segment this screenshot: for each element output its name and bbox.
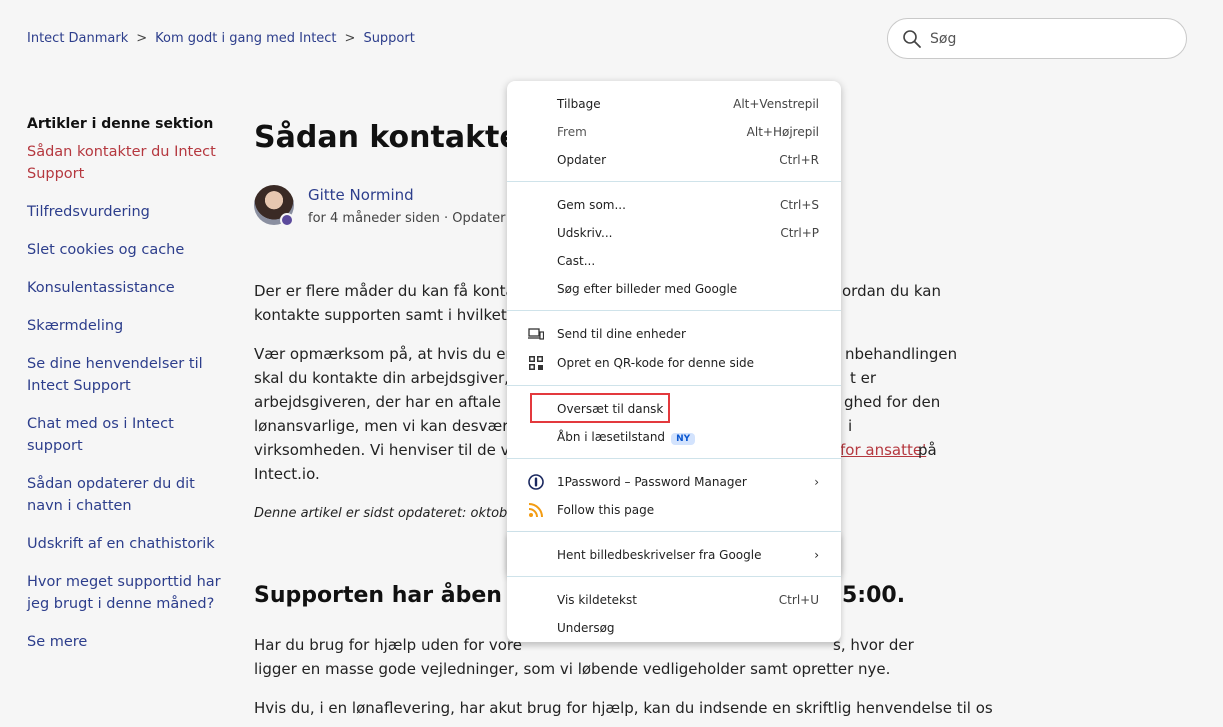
menu-shortcut: Ctrl+S	[779, 198, 819, 212]
sidebar-item-screenshare[interactable]: Skærmdeling	[27, 315, 227, 337]
menu-item-1password[interactable]: 1Password – Password Manager ›	[507, 468, 841, 496]
reader-mode-label: Åbn i læsetilstand	[557, 429, 666, 444]
menu-divider	[507, 576, 841, 577]
menu-label: Undersøg	[557, 621, 615, 635]
paragraph-line: Der er flere måder du kan få konta	[254, 282, 515, 300]
breadcrumb-category[interactable]: Kom godt i gang med Intect	[155, 31, 336, 46]
paragraph-line: arbejdsgiveren, der har en aftale m	[254, 393, 521, 411]
paragraph-line: Intect.io.	[254, 465, 320, 483]
menu-label: Cast...	[557, 254, 596, 268]
paragraph-line: nbehandlingen	[845, 345, 958, 363]
menu-label: Udskriv...	[557, 226, 613, 240]
paragraph-line: skal du kontakte din arbejdsgiver, u	[254, 369, 524, 387]
paragraph-line: lønansvarlige, men vi kan desværre	[254, 417, 524, 435]
menu-shortcut: Alt+Venstrepil	[733, 97, 819, 111]
article-title: Sådan kontakter	[254, 120, 535, 155]
article-meta: for 4 måneder siden · Opdater	[308, 211, 506, 226]
sidebar-item-chat[interactable]: Chat med os i Intect support	[27, 413, 227, 457]
paragraph-line: på	[918, 441, 937, 459]
menu-divider	[507, 458, 841, 459]
sidebar-item-chat-history[interactable]: Udskrift af en chathistorik	[27, 533, 227, 555]
menu-item-image-descriptions[interactable]: Hent billedbeskrivelser fra Google ›	[507, 541, 841, 569]
menu-label: Frem	[557, 125, 587, 139]
menu-label: Tilbage	[557, 97, 601, 111]
section-articles-sidebar: Artikler i denne sektion Sådan kontakter…	[27, 116, 227, 669]
menu-item-follow[interactable]: Follow this page	[507, 496, 841, 524]
menu-divider	[507, 310, 841, 311]
paragraph-line: ordan du kan	[842, 282, 941, 300]
paragraph-line: Har du brug for hjælp uden for vore	[254, 636, 522, 654]
paragraph-line: Hvis du, i en lønaflevering, har akut br…	[254, 699, 993, 717]
menu-label: Åbn i læsetilstand NY	[557, 430, 819, 445]
paragraph-line: s, hvor der	[833, 636, 914, 654]
menu-shortcut: Ctrl+R	[779, 153, 819, 167]
menu-label: Opdater	[557, 153, 607, 167]
menu-label: Gem som...	[557, 198, 626, 212]
search-icon	[903, 29, 921, 48]
new-badge: NY	[671, 432, 696, 445]
sidebar-item-update-name[interactable]: Sådan opdaterer du dit navn i chatten	[27, 473, 227, 517]
agent-badge-icon	[280, 213, 294, 227]
breadcrumb-home[interactable]: Intect Danmark	[27, 31, 128, 46]
breadcrumb-section[interactable]: Support	[363, 31, 414, 46]
last-updated-note: Denne artikel er sidst opdateret: oktobe…	[254, 506, 521, 521]
sidebar-item-cookies[interactable]: Slet cookies og cache	[27, 239, 227, 261]
chevron-right-icon: ›	[814, 475, 819, 489]
section-heading-end: 5:00.	[842, 583, 906, 608]
menu-divider	[507, 385, 841, 386]
menu-item-cast[interactable]: Cast...	[507, 247, 841, 275]
breadcrumb-separator: >	[344, 31, 356, 46]
paragraph-line: kontakte supporten samt i hvilket ti	[254, 306, 522, 324]
devices-icon	[527, 325, 545, 343]
sidebar-item-requests[interactable]: Se dine henvendelser til Intect Support	[27, 353, 227, 397]
breadcrumb-separator: >	[136, 31, 148, 46]
menu-item-search-images[interactable]: Søg efter billeder med Google	[507, 275, 841, 303]
author-name[interactable]: Gitte Normind	[308, 186, 414, 204]
menu-item-back[interactable]: Tilbage Alt+Venstrepil	[507, 90, 841, 118]
menu-label: Opret en QR-kode for denne side	[557, 356, 755, 370]
menu-label: Søg efter billeder med Google	[557, 282, 738, 296]
paragraph-line: t er	[850, 369, 877, 387]
employees-guide-link[interactable]: for ansatte'	[840, 438, 926, 462]
menu-shortcut: Ctrl+U	[778, 593, 819, 607]
sidebar-item-support-time[interactable]: Hvor meget supporttid har jeg brugt i de…	[27, 571, 227, 615]
menu-label: Follow this page	[557, 503, 655, 517]
context-menu: Tilbage Alt+Venstrepil Frem Alt+Højrepil…	[507, 81, 841, 577]
translate-highlight-box	[530, 393, 670, 423]
menu-label: Hent billedbeskrivelser fra Google	[557, 548, 762, 562]
menu-item-reader-mode[interactable]: Åbn i læsetilstand NY	[507, 423, 841, 451]
menu-label: Vis kildetekst	[557, 593, 637, 607]
search-box[interactable]	[887, 18, 1187, 59]
sidebar-heading: Artikler i denne sektion	[27, 116, 214, 132]
menu-item-inspect[interactable]: Undersøg	[507, 614, 841, 642]
menu-item-reload[interactable]: Opdater Ctrl+R	[507, 146, 841, 174]
onepassword-icon	[527, 473, 545, 491]
menu-shortcut: Alt+Højrepil	[746, 125, 819, 139]
menu-item-forward[interactable]: Frem Alt+Højrepil	[507, 118, 841, 146]
paragraph-line: ligger en masse gode vejledninger, som v…	[254, 660, 891, 678]
menu-label: Send til dine enheder	[557, 327, 686, 341]
sidebar-item-consultant[interactable]: Konsulentassistance	[27, 277, 227, 299]
menu-shortcut: Ctrl+P	[780, 226, 819, 240]
menu-item-view-source[interactable]: Vis kildetekst Ctrl+U	[507, 586, 841, 614]
qr-code-icon	[527, 354, 545, 372]
menu-divider	[507, 181, 841, 182]
breadcrumb: Intect Danmark > Kom godt i gang med Int…	[27, 31, 415, 46]
paragraph-line: virksomheden. Vi henviser til de vej	[254, 441, 523, 459]
search-input[interactable]	[930, 30, 1170, 47]
menu-item-send-devices[interactable]: Send til dine enheder	[507, 320, 841, 348]
sidebar-item-contact-support[interactable]: Sådan kontakter du Intect Support	[27, 141, 227, 185]
paragraph-line: Vær opmærksom på, at hvis du er	[254, 345, 512, 363]
chevron-right-icon: ›	[814, 548, 819, 562]
sidebar-see-more[interactable]: Se mere	[27, 631, 227, 653]
menu-item-save-as[interactable]: Gem som... Ctrl+S	[507, 191, 841, 219]
paragraph-line: ghed for den	[844, 393, 941, 411]
context-menu-lower: Hent billedbeskrivelser fra Google › Vis…	[507, 532, 841, 642]
menu-item-qr-code[interactable]: Opret en QR-kode for denne side	[507, 349, 841, 377]
menu-label: 1Password – Password Manager	[557, 475, 747, 489]
paragraph-line: i	[848, 417, 853, 435]
rss-icon	[527, 501, 545, 519]
sidebar-item-satisfaction[interactable]: Tilfredsvurdering	[27, 201, 227, 223]
menu-item-print[interactable]: Udskriv... Ctrl+P	[507, 219, 841, 247]
